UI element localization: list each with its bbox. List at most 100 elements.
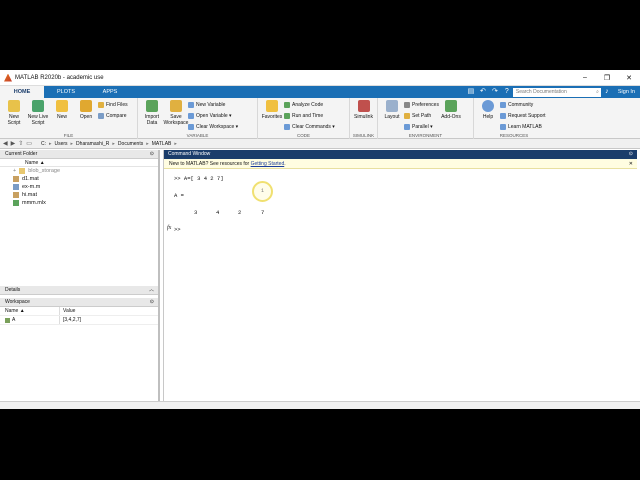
ws-value-column[interactable]: Value [60,307,75,315]
quick-access-undo-icon[interactable]: ↶ [477,86,489,98]
command-window[interactable]: Command Window ⊙ New to MATLAB? See resou… [163,150,637,409]
preferences-gear-icon [404,102,410,108]
back-arrow-icon[interactable]: ◀ [3,140,8,147]
simulink-group: Simulink SIMULINK [350,98,378,139]
analyze-code-button[interactable]: Analyze Code [284,101,335,109]
expand-icon[interactable]: + [13,167,16,175]
toolstrip-tabs: HOME PLOTS APPS ▤ ↶ ↷ ? Search Documenta… [0,86,640,98]
file-group: New Script New Live Script New Open Find… [0,98,138,139]
getting-started-notice: New to MATLAB? See resources for Getting… [164,159,637,169]
panel-menu-icon[interactable]: ⊙ [150,298,154,306]
name-column-header[interactable]: Name ▲ [0,159,158,167]
getting-started-link[interactable]: Getting Started [251,161,285,167]
notification-bell-icon[interactable]: ♪ [601,86,613,98]
find-files-button[interactable]: Find Files [98,101,128,109]
list-item-file[interactable]: mmm.mlx [0,199,158,207]
fx-icon[interactable]: fx [167,225,171,231]
clear-workspace-button[interactable]: Clear Workspace ▾ [188,123,238,131]
search-documentation-input[interactable]: Search Documentation ⌕ [512,87,601,97]
panel-menu-icon[interactable]: ⊙ [150,150,154,158]
list-item-file[interactable]: d1.mat [0,175,158,183]
collapse-chevron-icon[interactable]: ︿ [149,286,154,294]
mat-file-icon [13,192,19,198]
quick-access-help-icon[interactable]: ? [501,86,513,98]
new-icon [56,100,68,112]
quick-access-save-icon[interactable]: ▤ [465,86,477,98]
panel-menu-icon[interactable]: ⊙ [629,150,633,159]
list-item-file[interactable]: hi.mat [0,191,158,199]
ribbon: New Script New Live Script New Open Find… [0,98,640,139]
tab-home[interactable]: HOME [0,86,44,98]
file-group-label: FILE [63,133,74,138]
matlab-window: MATLAB R2020b - academic use – ❐ ✕ HOME … [0,70,640,409]
breadcrumb-item-user[interactable]: Dharamashi_R [76,141,109,147]
folder-icon [19,168,26,174]
clear-workspace-icon [188,124,194,130]
close-notice-icon[interactable]: ✕ [629,159,633,168]
breadcrumb-item-matlab[interactable]: MATLAB [152,141,172,147]
clear-commands-icon [284,124,290,130]
m-file-icon [13,184,19,190]
status-bar [0,401,640,409]
minimize-button[interactable]: – [574,74,596,82]
current-folder-list: Name ▲ + blob_storage d1.mat ex-m.m hi.ma… [0,159,158,289]
code-group-label: CODE [296,133,310,138]
output-value: 7 [261,209,265,216]
maximize-button[interactable]: ❐ [596,74,618,82]
new-variable-icon [188,102,194,108]
click-marker: 1 [252,181,273,202]
workspace-panel: Workspace ⊙ Name ▲ Value A [3,4,2,7] [0,298,158,325]
breadcrumb-item-users[interactable]: Users [54,141,67,147]
variable-group-label: VARIABLE [186,133,209,138]
open-folder-icon [80,100,92,112]
list-item-folder[interactable]: + blob_storage [0,167,158,175]
sign-in-button[interactable]: Sign In [613,86,640,98]
resources-group-label: RESOURCES [499,133,529,138]
browse-folder-icon[interactable]: ▭ [26,140,32,147]
ws-name-column[interactable]: Name ▲ [0,307,60,315]
clear-commands-button[interactable]: Clear Commands ▾ [284,123,335,131]
community-button[interactable]: Community [500,101,546,109]
command-prompt[interactable]: >> [174,226,181,233]
compare-button[interactable]: Compare [98,112,128,120]
preferences-button[interactable]: Preferences [404,101,439,109]
parallel-button[interactable]: Parallel ▾ [404,123,439,131]
list-item-file[interactable]: ex-m.m [0,183,158,191]
simulink-icon [357,100,370,112]
environment-group: Layout Preferences Set Path Parallel ▾ A… [378,98,474,139]
open-variable-icon [188,113,194,119]
details-header: Details ︿ [0,286,158,295]
table-row[interactable]: A [3,4,2,7] [0,316,158,325]
command-output[interactable]: >> A=[ 3 4 2 7] 1 A = 3 4 2 7 fx >> [164,169,637,407]
analyze-code-icon [284,102,290,108]
left-panel: Current Folder ⊙ Name ▲ + blob_storage d1.… [0,150,160,409]
current-folder-header: Current Folder ⊙ [0,150,158,159]
up-folder-icon[interactable]: ⇧ [18,140,23,147]
new-variable-button[interactable]: New Variable [188,101,238,109]
tab-plots[interactable]: PLOTS [44,86,88,98]
open-variable-button[interactable]: Open Variable ▾ [188,112,238,120]
environment-group-label: ENVIRONMENT [408,133,443,138]
output-value: 2 [238,209,242,216]
close-button[interactable]: ✕ [618,74,640,82]
run-and-time-button[interactable]: Run and Time [284,112,335,120]
help-icon [482,100,494,112]
search-icon: ⌕ [596,88,599,95]
command-input-line: >> A=[ 3 4 2 7] [174,175,224,182]
breadcrumb-item-drive[interactable]: C: [41,141,46,147]
request-support-button[interactable]: Request Support [500,112,546,120]
learn-matlab-button[interactable]: Learn MATLAB [500,123,546,131]
layout-icon [386,100,398,112]
mlx-file-icon [13,200,19,206]
output-value: 4 [216,209,220,216]
quick-access-redo-icon[interactable]: ↷ [489,86,501,98]
resources-group: Help Community Request Support Learn MAT… [474,98,554,139]
set-path-button[interactable]: Set Path [404,112,439,120]
breadcrumb: C: ▸ Users ▸ Dharamashi_R ▸ Documents ▸ MATL… [40,140,177,147]
forward-arrow-icon[interactable]: ▶ [11,140,16,147]
tab-apps[interactable]: APPS [88,86,132,98]
breadcrumb-item-documents[interactable]: Documents [118,141,143,147]
learn-matlab-icon [500,124,506,130]
new-live-script-icon [32,100,44,112]
find-files-icon [98,102,104,108]
